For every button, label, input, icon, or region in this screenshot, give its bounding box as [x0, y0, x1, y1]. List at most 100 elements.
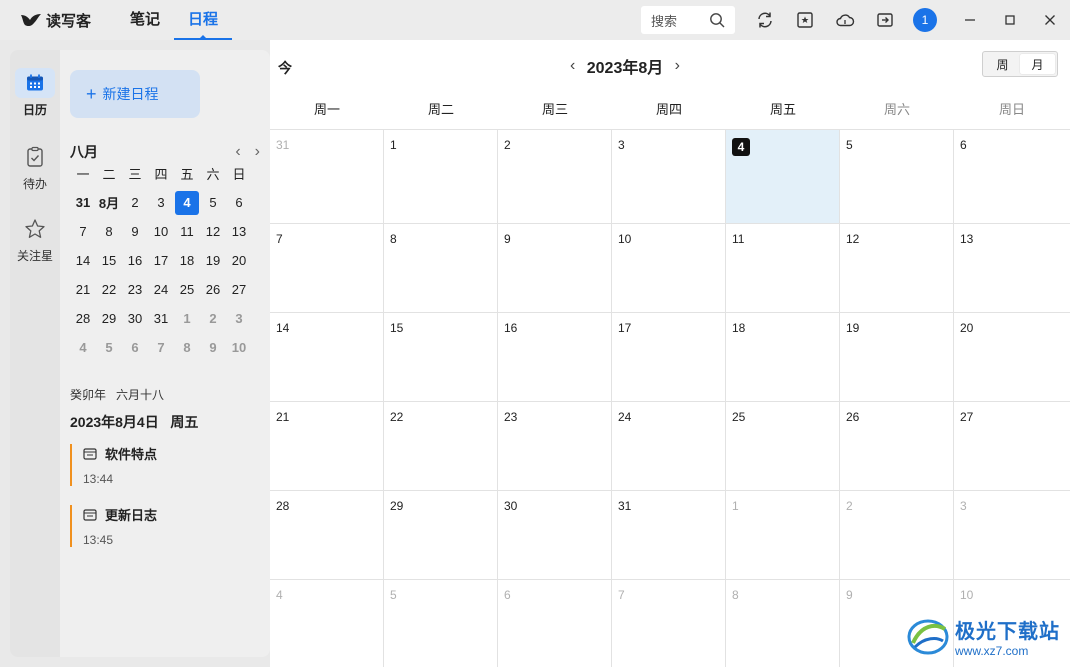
rail-item-starred[interactable]: 关注星	[10, 214, 60, 264]
day-cell[interactable]: 31	[612, 491, 726, 580]
minimize-button[interactable]	[958, 8, 982, 32]
mini-day[interactable]: 30	[122, 304, 148, 333]
new-event-button[interactable]: + 新建日程	[70, 70, 200, 118]
mini-day[interactable]: 20	[226, 246, 252, 275]
day-cell[interactable]: 17	[612, 313, 726, 402]
day-cell[interactable]: 22	[384, 402, 498, 491]
mini-day[interactable]: 17	[148, 246, 174, 275]
tab-notes[interactable]: 笔记	[116, 0, 174, 40]
mini-day[interactable]: 4	[174, 188, 200, 217]
day-cell[interactable]: 9	[498, 224, 612, 313]
day-cell[interactable]: 28	[270, 491, 384, 580]
mini-day[interactable]: 2	[122, 188, 148, 217]
view-week-button[interactable]: 周	[985, 54, 1020, 74]
day-cell[interactable]: 20	[954, 313, 1070, 402]
sync-button[interactable]	[753, 8, 777, 32]
user-avatar[interactable]: 1	[913, 8, 937, 32]
search-input[interactable]: 搜索	[641, 6, 735, 34]
prev-month-chevron-icon[interactable]: ‹	[570, 57, 575, 75]
mini-day[interactable]: 22	[96, 275, 122, 304]
day-cell[interactable]: 29	[384, 491, 498, 580]
day-cell[interactable]: 27	[954, 402, 1070, 491]
day-cell[interactable]: 3	[954, 491, 1070, 580]
day-cell[interactable]: 24	[612, 402, 726, 491]
mini-day[interactable]: 9	[122, 217, 148, 246]
mini-day[interactable]: 7	[70, 217, 96, 246]
mini-day[interactable]: 21	[70, 275, 96, 304]
day-cell[interactable]: 5	[384, 580, 498, 667]
mini-day[interactable]: 13	[226, 217, 252, 246]
mini-day[interactable]: 12	[200, 217, 226, 246]
day-cell[interactable]: 31	[270, 130, 384, 224]
day-cell[interactable]: 14	[270, 313, 384, 402]
mini-day[interactable]: 9	[200, 333, 226, 362]
mini-day[interactable]: 8	[96, 217, 122, 246]
view-month-button[interactable]: 月	[1020, 54, 1055, 74]
next-month-chevron-icon[interactable]: ›	[675, 57, 680, 75]
mini-day[interactable]: 28	[70, 304, 96, 333]
mini-day[interactable]: 15	[96, 246, 122, 275]
mini-day[interactable]: 27	[226, 275, 252, 304]
mini-day[interactable]: 5	[200, 188, 226, 217]
mini-day[interactable]: 8	[174, 333, 200, 362]
day-cell[interactable]: 7	[612, 580, 726, 667]
close-button[interactable]	[1038, 8, 1062, 32]
mini-day[interactable]: 3	[226, 304, 252, 333]
event-item[interactable]: 软件特点 13:44	[70, 444, 250, 486]
day-cell[interactable]: 10	[612, 224, 726, 313]
mini-day[interactable]: 4	[70, 333, 96, 362]
day-cell[interactable]: 1	[726, 491, 840, 580]
mini-day[interactable]: 3	[148, 188, 174, 217]
mini-day[interactable]: 6	[226, 188, 252, 217]
mini-day[interactable]: 2	[200, 304, 226, 333]
day-cell[interactable]: 19	[840, 313, 954, 402]
day-cell[interactable]: 30	[498, 491, 612, 580]
mini-next-chevron-icon[interactable]: ›	[255, 143, 260, 161]
day-cell[interactable]: 18	[726, 313, 840, 402]
rail-item-calendar[interactable]: 日历	[10, 68, 60, 118]
rail-item-todo[interactable]: 待办	[10, 142, 60, 192]
mini-day[interactable]: 31	[148, 304, 174, 333]
mini-day[interactable]: 18	[174, 246, 200, 275]
day-cell[interactable]: 7	[270, 224, 384, 313]
day-cell[interactable]: 21	[270, 402, 384, 491]
mini-day[interactable]: 11	[174, 217, 200, 246]
day-cell[interactable]: 8	[726, 580, 840, 667]
maximize-button[interactable]	[998, 8, 1022, 32]
cloud-button[interactable]	[833, 8, 857, 32]
mini-day[interactable]: 26	[200, 275, 226, 304]
day-cell[interactable]: 6	[498, 580, 612, 667]
day-cell[interactable]: 13	[954, 224, 1070, 313]
mini-day[interactable]: 29	[96, 304, 122, 333]
day-cell[interactable]: 5	[840, 130, 954, 224]
mini-day[interactable]: 14	[70, 246, 96, 275]
day-cell[interactable]: 8	[384, 224, 498, 313]
mini-day[interactable]: 24	[148, 275, 174, 304]
mini-day[interactable]: 1	[174, 304, 200, 333]
day-cell[interactable]: 1	[384, 130, 498, 224]
mini-day[interactable]: 16	[122, 246, 148, 275]
today-button[interactable]: 今	[278, 58, 292, 78]
day-cell[interactable]: 12	[840, 224, 954, 313]
mini-day[interactable]: 23	[122, 275, 148, 304]
mini-day[interactable]: 25	[174, 275, 200, 304]
day-cell[interactable]: 23	[498, 402, 612, 491]
mini-prev-chevron-icon[interactable]: ‹	[235, 143, 240, 161]
day-cell[interactable]: 4	[270, 580, 384, 667]
day-cell[interactable]: 15	[384, 313, 498, 402]
day-cell[interactable]: 16	[498, 313, 612, 402]
day-cell-today[interactable]: 4	[726, 130, 840, 224]
day-cell[interactable]: 11	[726, 224, 840, 313]
day-cell[interactable]: 3	[612, 130, 726, 224]
mini-day[interactable]: 5	[96, 333, 122, 362]
day-cell[interactable]: 6	[954, 130, 1070, 224]
mini-day[interactable]: 8月	[96, 188, 122, 217]
event-item[interactable]: 更新日志 13:45	[70, 505, 250, 547]
bookmark-button[interactable]	[793, 8, 817, 32]
mini-day[interactable]: 19	[200, 246, 226, 275]
day-cell[interactable]: 2	[498, 130, 612, 224]
day-cell[interactable]: 25	[726, 402, 840, 491]
tab-schedule[interactable]: 日程	[174, 0, 233, 40]
mini-day[interactable]: 10	[148, 217, 174, 246]
mini-day[interactable]: 31	[70, 188, 96, 217]
